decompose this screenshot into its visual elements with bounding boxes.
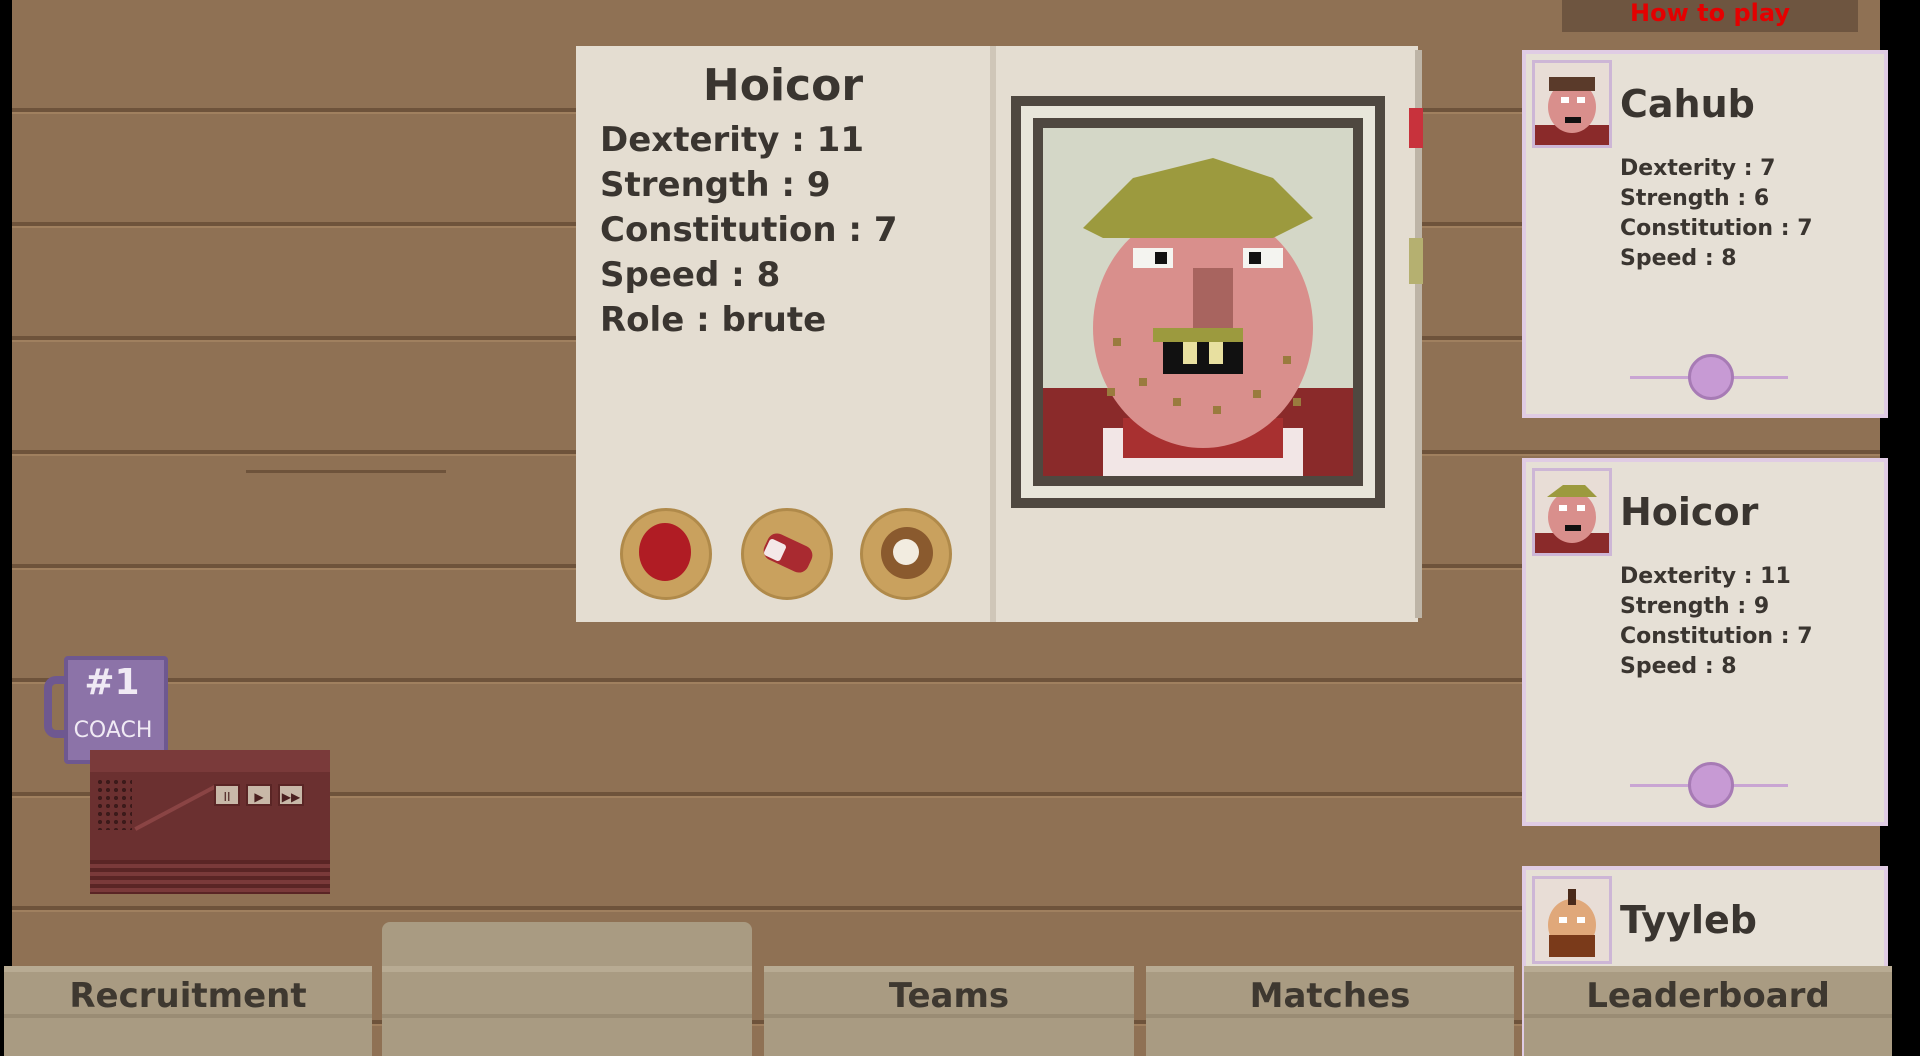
select-button-icon[interactable] [1688, 762, 1734, 808]
card-ornament [1630, 762, 1788, 810]
ornament-line-left [1630, 376, 1694, 379]
roster-stat: Strength : 9 [1620, 594, 1770, 619]
tab-shadow [764, 1014, 1134, 1018]
tab-recruitment[interactable]: Recruitment [4, 966, 372, 1056]
roster-stat: Strength : 6 [1620, 186, 1770, 211]
baseball-glove-icon[interactable] [860, 508, 952, 600]
roster-card[interactable]: Cahub Dexterity : 7 Strength : 6 Constit… [1522, 50, 1888, 418]
bookmark-olive[interactable] [1409, 238, 1423, 284]
boxing-glove-icon[interactable] [620, 508, 712, 600]
tab-leaderboard[interactable]: Leaderboard [1524, 966, 1892, 1056]
tab-teams[interactable]: Teams [764, 966, 1134, 1056]
tab-blank[interactable] [382, 966, 752, 1056]
speaker-grille [96, 778, 132, 830]
roster-name: Hoicor [1620, 490, 1759, 534]
player-name: Hoicor [702, 60, 864, 111]
tyyleb-avatar-image [1535, 879, 1609, 961]
tab-shadow [4, 1014, 372, 1018]
stat-role: Role : brute [600, 300, 827, 340]
fast-forward-icon[interactable]: ▶▶ [278, 784, 304, 806]
pause-icon[interactable]: II [214, 784, 240, 806]
bandage-icon[interactable] [741, 508, 833, 600]
tab-label: Teams [888, 976, 1010, 1016]
stat-speed: Speed : 8 [600, 255, 781, 295]
player-portrait-frame [1011, 96, 1385, 508]
play-icon[interactable]: ▶ [246, 784, 272, 806]
roster-stat: Speed : 8 [1620, 246, 1737, 271]
avatar [1532, 876, 1612, 964]
roster-card[interactable]: Hoicor Dexterity : 11 Strength : 9 Const… [1522, 458, 1888, 826]
roster-stat: Constitution : 7 [1620, 216, 1813, 241]
tab-label: Leaderboard [1586, 976, 1830, 1016]
tab-matches[interactable]: Matches [1146, 966, 1514, 1056]
roster-name: Tyyleb [1620, 898, 1757, 942]
select-button-icon[interactable] [1688, 354, 1734, 400]
tab-label [382, 972, 752, 976]
tab-label: Recruitment [69, 976, 307, 1016]
player-portrait [1033, 118, 1363, 486]
radio-stripes [90, 860, 330, 894]
coach-mug: #1 COACH [44, 652, 168, 764]
player-book: Hoicor Dexterity : 11 Strength : 9 Const… [576, 46, 1423, 622]
avatar [1532, 468, 1612, 556]
stat-constitution: Constitution : 7 [600, 210, 898, 250]
tab-shadow [1146, 1014, 1514, 1018]
tab-selected-indicator [382, 922, 752, 972]
tab-label: Matches [1249, 976, 1411, 1016]
cahub-avatar-image [1535, 63, 1609, 145]
avatar [1532, 60, 1612, 148]
wood-crack [246, 470, 446, 473]
book-left-page: Hoicor Dexterity : 11 Strength : 9 Const… [576, 46, 993, 622]
hoicor-avatar-image [1535, 471, 1609, 553]
roster-stat: Constitution : 7 [1620, 624, 1813, 649]
tab-shadow [382, 1014, 752, 1018]
card-ornament [1630, 354, 1788, 402]
stat-strength: Strength : 9 [600, 165, 831, 205]
ornament-line-left [1630, 784, 1694, 787]
mug-number: #1 [84, 662, 140, 703]
mug-label: COACH [73, 718, 153, 743]
brute-portrait-image [1043, 128, 1353, 476]
roster-stat: Dexterity : 7 [1620, 156, 1776, 181]
tab-shadow [1524, 1014, 1892, 1018]
roster-stats: Dexterity : 11 Strength : 9 Constitution… [1620, 562, 1813, 682]
roster-stats: Dexterity : 7 Strength : 6 Constitution … [1620, 154, 1813, 274]
music-player: II ▶ ▶▶ [90, 750, 330, 894]
stat-dexterity: Dexterity : 11 [600, 120, 864, 160]
how-to-play-button[interactable]: How to play [1562, 0, 1858, 32]
bookmark-red[interactable] [1409, 108, 1423, 148]
roster-stat: Speed : 8 [1620, 654, 1737, 679]
roster-stat: Dexterity : 11 [1620, 564, 1791, 589]
roster-name: Cahub [1620, 82, 1755, 126]
